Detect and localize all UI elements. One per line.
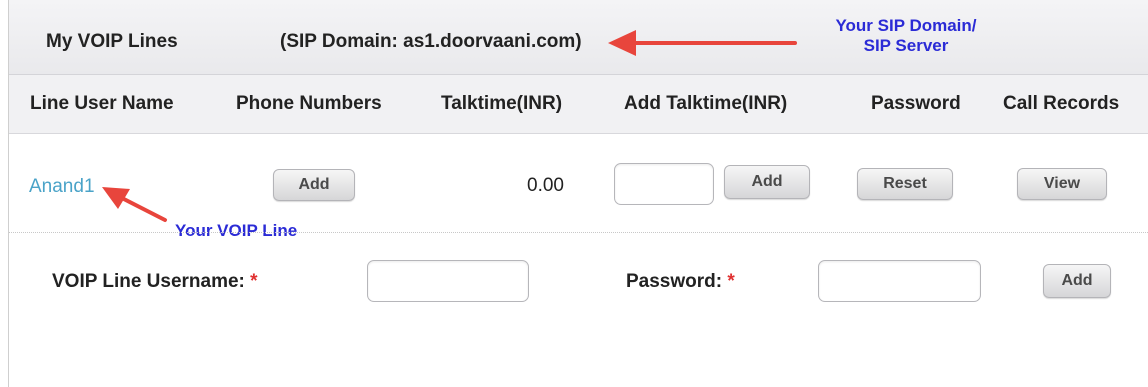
sip-domain-annotation: Your SIP Domain/ SIP Server	[806, 16, 1006, 56]
col-line-user-name: Line User Name	[30, 93, 174, 114]
talktime-value: 0.00	[527, 175, 564, 196]
add-talktime-button[interactable]: Add	[724, 165, 810, 199]
col-talktime: Talktime(INR)	[441, 93, 563, 114]
new-password-label: Password: *	[626, 271, 735, 293]
required-marker: *	[250, 271, 258, 292]
new-username-input[interactable]	[367, 260, 529, 302]
reset-password-button[interactable]: Reset	[857, 168, 953, 200]
annotation-line: SIP Server	[863, 36, 949, 55]
col-password: Password	[871, 93, 961, 114]
panel-title: My VOIP Lines	[46, 31, 178, 52]
col-add-talktime: Add Talktime(INR)	[624, 93, 788, 114]
table-header-row	[9, 75, 1148, 134]
new-username-label: VOIP Line Username: *	[52, 271, 258, 293]
row-divider	[9, 232, 1148, 233]
line-username-link[interactable]: Anand1	[29, 176, 95, 198]
view-call-records-button[interactable]: View	[1017, 168, 1107, 200]
col-call-records: Call Records	[1003, 93, 1120, 114]
required-marker: *	[727, 271, 735, 292]
new-username-label-text: VOIP Line Username:	[52, 271, 245, 292]
new-password-input[interactable]	[818, 260, 981, 302]
col-phone-numbers: Phone Numbers	[236, 93, 382, 114]
add-talktime-input[interactable]	[614, 163, 714, 205]
add-phone-number-button[interactable]: Add	[273, 169, 355, 201]
annotation-line: Your SIP Domain/	[835, 16, 977, 35]
sip-domain-label: (SIP Domain: as1.doorvaani.com)	[280, 31, 582, 52]
add-line-button[interactable]: Add	[1043, 264, 1111, 298]
voip-line-annotation: Your VOIP Line	[175, 221, 298, 240]
new-password-label-text: Password:	[626, 271, 723, 292]
